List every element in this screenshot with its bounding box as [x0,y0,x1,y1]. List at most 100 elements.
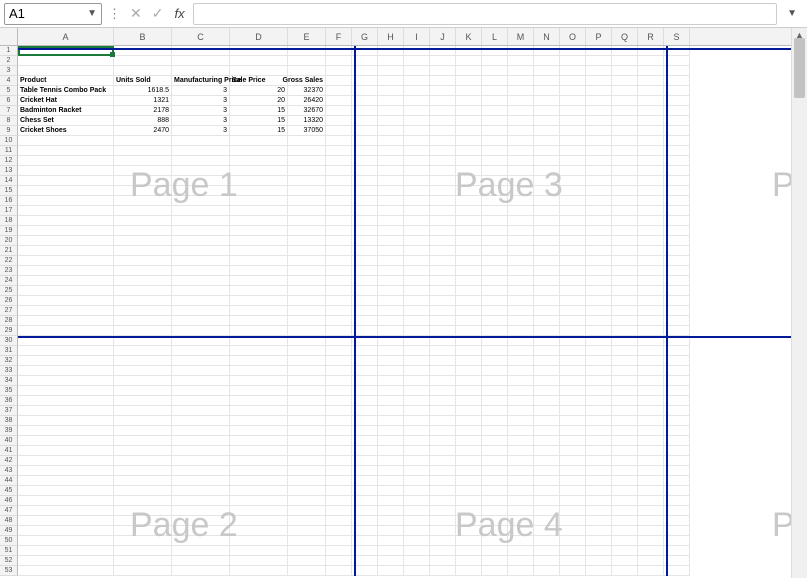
cell[interactable] [114,276,172,286]
cell[interactable] [508,296,534,306]
cell[interactable] [114,306,172,316]
cell[interactable] [612,236,638,246]
cell[interactable] [326,446,352,456]
cell[interactable] [114,316,172,326]
cell[interactable]: Cricket Hat [18,96,114,106]
cell[interactable] [326,86,352,96]
cell[interactable] [534,136,560,146]
column-header[interactable]: J [430,28,456,45]
cell[interactable] [430,156,456,166]
cell[interactable] [430,286,456,296]
cell[interactable] [586,286,612,296]
cell[interactable] [560,386,586,396]
cell[interactable] [430,416,456,426]
cell[interactable] [288,366,326,376]
cell[interactable] [482,136,508,146]
column-header[interactable]: D [230,28,288,45]
cell[interactable] [638,566,664,576]
cell[interactable] [404,86,430,96]
cell[interactable] [612,386,638,396]
cell[interactable] [586,196,612,206]
column-header[interactable]: F [326,28,352,45]
cell[interactable] [404,136,430,146]
cell[interactable] [534,566,560,576]
cell[interactable] [378,206,404,216]
cell[interactable] [172,516,230,526]
cell[interactable] [508,206,534,216]
cell[interactable] [288,166,326,176]
cell[interactable] [482,466,508,476]
cell[interactable] [114,376,172,386]
cell[interactable] [456,366,482,376]
cell[interactable] [18,276,114,286]
cell[interactable] [638,186,664,196]
cell[interactable] [560,376,586,386]
cell[interactable] [612,446,638,456]
cell[interactable] [404,426,430,436]
cell[interactable] [114,196,172,206]
cell[interactable]: Badminton Racket [18,106,114,116]
cell[interactable] [586,546,612,556]
cell[interactable] [230,386,288,396]
cell[interactable] [456,156,482,166]
row-header[interactable]: 53 [0,566,18,576]
cell[interactable] [508,176,534,186]
cell[interactable] [482,66,508,76]
cell[interactable] [560,406,586,416]
accept-icon[interactable]: ✓ [149,5,167,22]
cell[interactable] [288,476,326,486]
cell[interactable] [456,226,482,236]
cell[interactable] [378,236,404,246]
cell[interactable] [482,376,508,386]
row-header[interactable]: 35 [0,386,18,396]
cell[interactable] [638,306,664,316]
cell[interactable] [230,306,288,316]
cell[interactable] [18,486,114,496]
cell[interactable] [404,296,430,306]
cell[interactable] [404,396,430,406]
cell[interactable] [114,246,172,256]
cell[interactable] [508,156,534,166]
cell[interactable] [638,286,664,296]
cell[interactable] [430,346,456,356]
cell[interactable] [456,236,482,246]
cell[interactable] [404,356,430,366]
cell[interactable] [326,66,352,76]
column-header[interactable]: P [586,28,612,45]
cell[interactable] [230,316,288,326]
row-header[interactable]: 37 [0,406,18,416]
row-header[interactable]: 6 [0,96,18,106]
cell[interactable] [586,566,612,576]
cell[interactable] [172,256,230,266]
cell[interactable] [586,556,612,566]
cell[interactable] [560,506,586,516]
cell[interactable] [404,406,430,416]
cell[interactable] [114,146,172,156]
cell[interactable] [456,66,482,76]
cell[interactable] [560,556,586,566]
cell[interactable] [638,476,664,486]
cell[interactable] [114,416,172,426]
cell[interactable] [378,476,404,486]
cell[interactable] [378,436,404,446]
cell[interactable] [456,456,482,466]
cell[interactable] [638,196,664,206]
cell[interactable] [172,206,230,216]
cell[interactable] [18,136,114,146]
cell[interactable] [378,386,404,396]
cell[interactable] [586,526,612,536]
cell[interactable] [430,516,456,526]
cell[interactable] [172,546,230,556]
cell[interactable] [288,486,326,496]
cell[interactable] [230,536,288,546]
cell[interactable] [18,66,114,76]
cell[interactable] [18,376,114,386]
row-header[interactable]: 25 [0,286,18,296]
cell[interactable] [612,296,638,306]
cell[interactable] [326,96,352,106]
cell[interactable] [638,226,664,236]
cell[interactable] [230,436,288,446]
cell[interactable] [612,526,638,536]
cell[interactable] [534,76,560,86]
cell[interactable]: 2470 [114,126,172,136]
